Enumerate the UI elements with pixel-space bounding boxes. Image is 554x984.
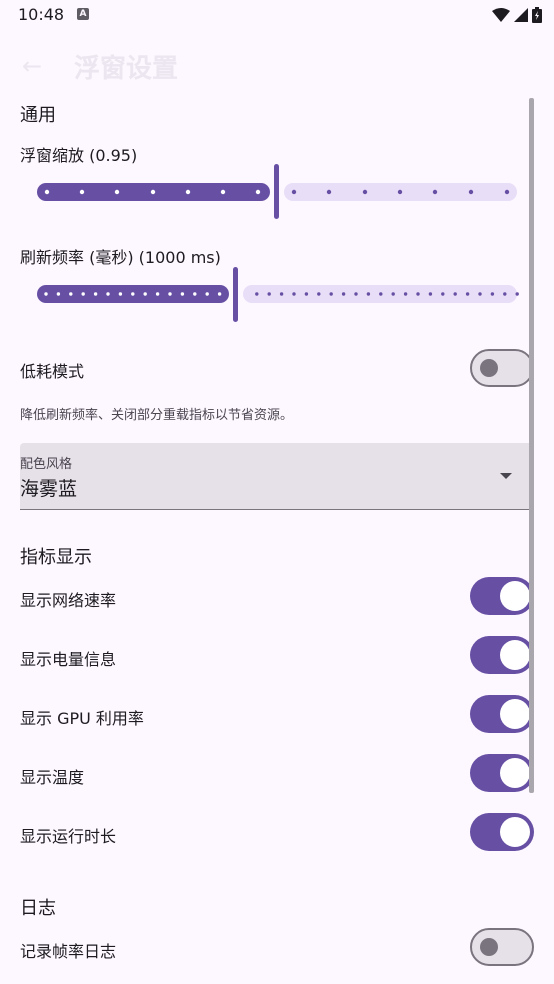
uptime-toggle[interactable] [470, 813, 534, 851]
refresh-slider-tick [205, 292, 209, 296]
refresh-slider-tick [56, 292, 61, 296]
low-power-description: 降低刷新频率、关闭部分重载指标以节省资源。 [20, 408, 294, 423]
refresh-slider-tick [490, 292, 495, 296]
refresh-slider[interactable] [30, 266, 524, 324]
metric-label-network: 显示网络速率 [20, 591, 117, 610]
refresh-slider-tick [44, 292, 48, 296]
toggle-knob [500, 758, 530, 788]
refresh-slider-tick [180, 292, 185, 296]
refresh-slider-tick [155, 292, 160, 296]
refresh-slider-tick [354, 292, 358, 296]
refresh-slider-tick [366, 292, 371, 296]
page-title: 浮窗设置 [74, 54, 179, 84]
refresh-slider-tick [465, 292, 470, 296]
metric-label-uptime: 显示运行时长 [20, 827, 117, 846]
log-label-fps: 记录帧率日志 [20, 942, 117, 961]
refresh-slider-tick [341, 292, 346, 296]
refresh-slider-thumb[interactable] [233, 267, 238, 322]
color-style-dropdown[interactable]: 配色风格 海雾蓝 [20, 443, 534, 510]
refresh-slider-tick [403, 292, 408, 296]
scrollbar[interactable] [529, 98, 534, 793]
refresh-slider-tick [379, 292, 383, 296]
a-notification-icon: A [77, 8, 89, 20]
metric-label-gpu: 显示 GPU 利用率 [20, 709, 144, 728]
refresh-slider-tick [428, 292, 433, 296]
arrow-back-icon[interactable]: ← [22, 52, 42, 80]
refresh-slider-tick [453, 292, 457, 296]
refresh-slider-tick [106, 292, 110, 296]
refresh-slider-tick [81, 292, 85, 296]
battery-toggle[interactable] [470, 636, 534, 674]
refresh-slider-tick [503, 292, 507, 296]
scale-slider[interactable] [30, 164, 524, 222]
metric-label-battery: 显示电量信息 [20, 650, 117, 669]
refresh-slider-tick [416, 292, 420, 296]
wifi-icon [492, 8, 510, 22]
app-bar: ← 浮窗设置 [0, 40, 554, 90]
toggle-knob [480, 938, 498, 956]
toggle-knob [500, 699, 530, 729]
status-bar: 10:48 A [0, 0, 554, 32]
cell-signal-icon [514, 8, 528, 22]
dropdown-arrow-icon [500, 473, 512, 479]
refresh-slider-tick [93, 292, 98, 296]
section-metrics-title: 指标显示 [20, 547, 92, 568]
refresh-slider-tick [267, 292, 271, 296]
refresh-slider-tick [168, 292, 172, 296]
refresh-slider-tick [143, 292, 147, 296]
refresh-slider-tick [193, 292, 197, 296]
low-power-label: 低耗模式 [20, 362, 85, 381]
refresh-slider-tick [118, 292, 123, 296]
toggle-knob [500, 817, 530, 847]
scale-label: 浮窗缩放 (0.95) [20, 146, 138, 165]
refresh-slider-tick [329, 292, 333, 296]
network-toggle[interactable] [470, 577, 534, 615]
toggle-knob [500, 581, 530, 611]
refresh-slider-tick [391, 292, 395, 296]
gpu-toggle[interactable] [470, 695, 534, 733]
refresh-slider-tick [317, 292, 321, 296]
refresh-slider-tick [279, 292, 284, 296]
low-power-toggle[interactable] [470, 349, 534, 387]
refresh-slider-tick [304, 292, 309, 296]
refresh-slider-tick [131, 292, 135, 296]
toggle-knob [500, 640, 530, 670]
refresh-slider-tick [69, 292, 73, 296]
status-icons [492, 7, 542, 23]
status-time: 10:48 [18, 5, 65, 24]
refresh-slider-tick [255, 292, 259, 296]
section-logs-title: 日志 [20, 898, 56, 919]
refresh-slider-tick [292, 292, 296, 296]
toggle-knob [480, 359, 498, 377]
refresh-slider-tick [515, 292, 519, 296]
color-style-label: 配色风格 [20, 457, 73, 472]
section-general-title: 通用 [20, 105, 56, 126]
refresh-label: 刷新频率 (毫秒) (1000 ms) [20, 248, 221, 267]
color-style-value: 海雾蓝 [20, 478, 78, 500]
refresh-slider-tick [217, 292, 222, 296]
temperature-toggle[interactable] [470, 754, 534, 792]
fps-log-toggle[interactable] [470, 928, 534, 966]
metric-label-temperature: 显示温度 [20, 768, 85, 787]
refresh-slider-tick [478, 292, 482, 296]
battery-icon [532, 7, 542, 23]
refresh-slider-tick [441, 292, 445, 296]
scale-slider-thumb[interactable] [274, 164, 279, 219]
